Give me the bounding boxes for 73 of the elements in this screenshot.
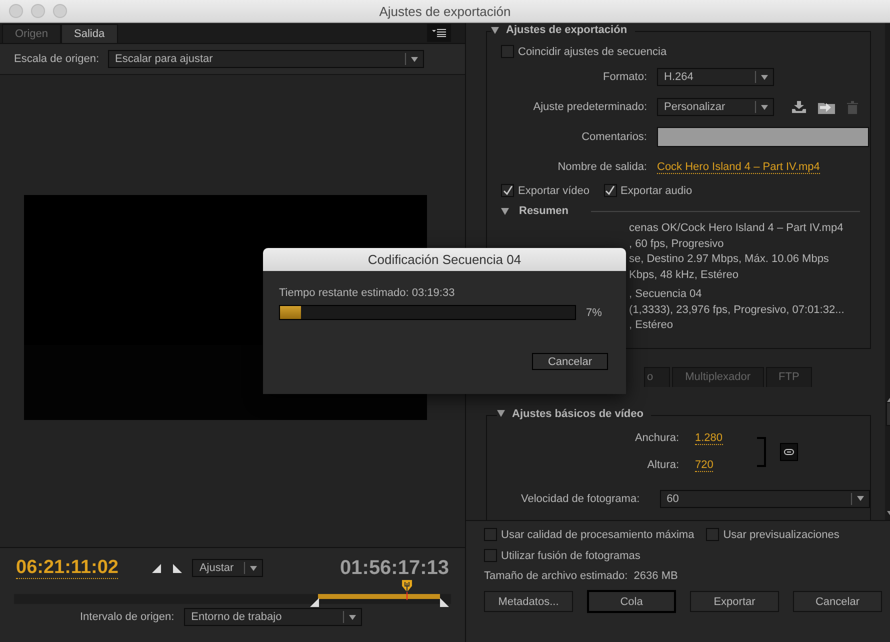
caret-icon [349,614,356,620]
out-point-icon[interactable] [440,598,449,607]
caret-icon [250,566,258,570]
caret-icon [411,56,418,62]
caret-icon [761,74,768,80]
checkbox[interactable] [604,184,617,197]
section-title: Ajustes básicos de vídeo [512,408,644,420]
checkbox[interactable] [706,528,720,541]
summary-text: , Secuencia 04 [629,288,702,300]
footer-button[interactable]: Metadatos... [484,591,573,612]
collapse-icon[interactable] [491,26,499,34]
field-label: Intervalo de origen: [80,611,174,623]
field-label: Altura: [646,459,679,471]
preset-dropdown[interactable]: Personalizar [657,98,774,116]
mark-in-icon[interactable] [152,564,162,572]
checkbox[interactable] [484,549,497,562]
dialog-title: Codificación Secuencia 04 [368,252,522,267]
frame-rate-dropdown[interactable]: 60 [660,490,870,508]
menu-icon[interactable] [432,29,446,37]
output-name-link[interactable]: Cock Hero Island 4 – Part IV.mp4 [657,160,820,174]
checkbox[interactable] [501,45,514,58]
bracket-icon [756,436,766,466]
field-label: Velocidad de fotograma: [521,492,640,504]
current-timecode[interactable]: 06:21:11:02 [16,558,118,578]
cancel-button[interactable]: Cancelar [532,353,608,370]
summary-text: se, Destino 2.97 Mbps, Máx. 10.06 Mbps [629,253,829,265]
menu-button[interactable] [427,24,451,42]
summary-text: cenas OK/Cock Hero Island 4 – Part IV.mp4 [629,222,844,234]
checkbox-label: Utilizar fusión de fotogramas [501,550,640,562]
mark-out-icon[interactable] [173,564,182,572]
format-dropdown[interactable]: H.264 [657,68,774,86]
field-label: Escala de origen: [14,53,99,65]
status-text: Tiempo restante estimado: 03:19:33 [279,287,456,299]
summary-text: (1,3333), 23,976 fps, Progresivo, 07:01:32... [629,304,844,316]
field-label: Anchura: [634,432,679,444]
section-title: Resumen [519,205,570,217]
collapse-icon[interactable] [497,410,505,417]
checkbox[interactable] [484,528,497,541]
file-size-text: Tamaño de archivo estimado: 2636 MB [484,570,679,582]
collapse-icon[interactable] [501,208,509,214]
summary-text: , 60 fps, Progresivo [629,238,724,250]
field-label: Ajuste predeterminado: [532,101,648,113]
summary-text: Kbps, 48 kHz, Estéreo [629,268,738,280]
footer-button[interactable]: Cola [587,590,676,613]
checkbox-label: Coincidir ajustes de secuencia [518,46,667,58]
height-value[interactable]: 720 [695,458,714,472]
folder-icon[interactable] [818,100,835,114]
range-dropdown[interactable]: Entorno de trabajo [184,608,362,626]
footer-button[interactable]: Cancelar [793,591,882,612]
width-value[interactable]: 1.280 [695,432,723,444]
tab[interactable]: Salida [61,24,118,43]
field-label: Formato: [602,71,648,83]
zoom-dropdown[interactable]: Ajustar [192,559,264,577]
field-label: Nombre de salida: [556,161,648,173]
checkbox-label: Exportar vídeo [518,184,590,196]
caret-icon [856,496,864,501]
window-title: Ajustes de exportación [379,4,511,18]
checkbox-label: Usar calidad de procesamiento máxima [501,528,694,540]
link-icon[interactable] [780,442,798,460]
footer-button[interactable]: Exportar [690,591,779,612]
checkbox[interactable] [501,184,514,197]
duration-timecode: 01:56:17:13 [340,556,449,580]
scale-dropdown[interactable]: Escalar para ajustar [108,50,424,68]
playhead[interactable] [402,580,412,600]
checkbox-label: Exportar audio [620,184,692,196]
summary-text: , Estéreo [629,319,674,331]
caret-icon [761,104,768,110]
section-title: Ajustes de exportación [506,24,628,36]
checkbox-label: Usar previsualizaciones [723,528,840,540]
comments-field[interactable] [657,127,869,147]
percent-text: 7% [586,306,602,318]
field-label: Comentarios: [580,131,648,143]
download-icon[interactable] [792,101,806,113]
